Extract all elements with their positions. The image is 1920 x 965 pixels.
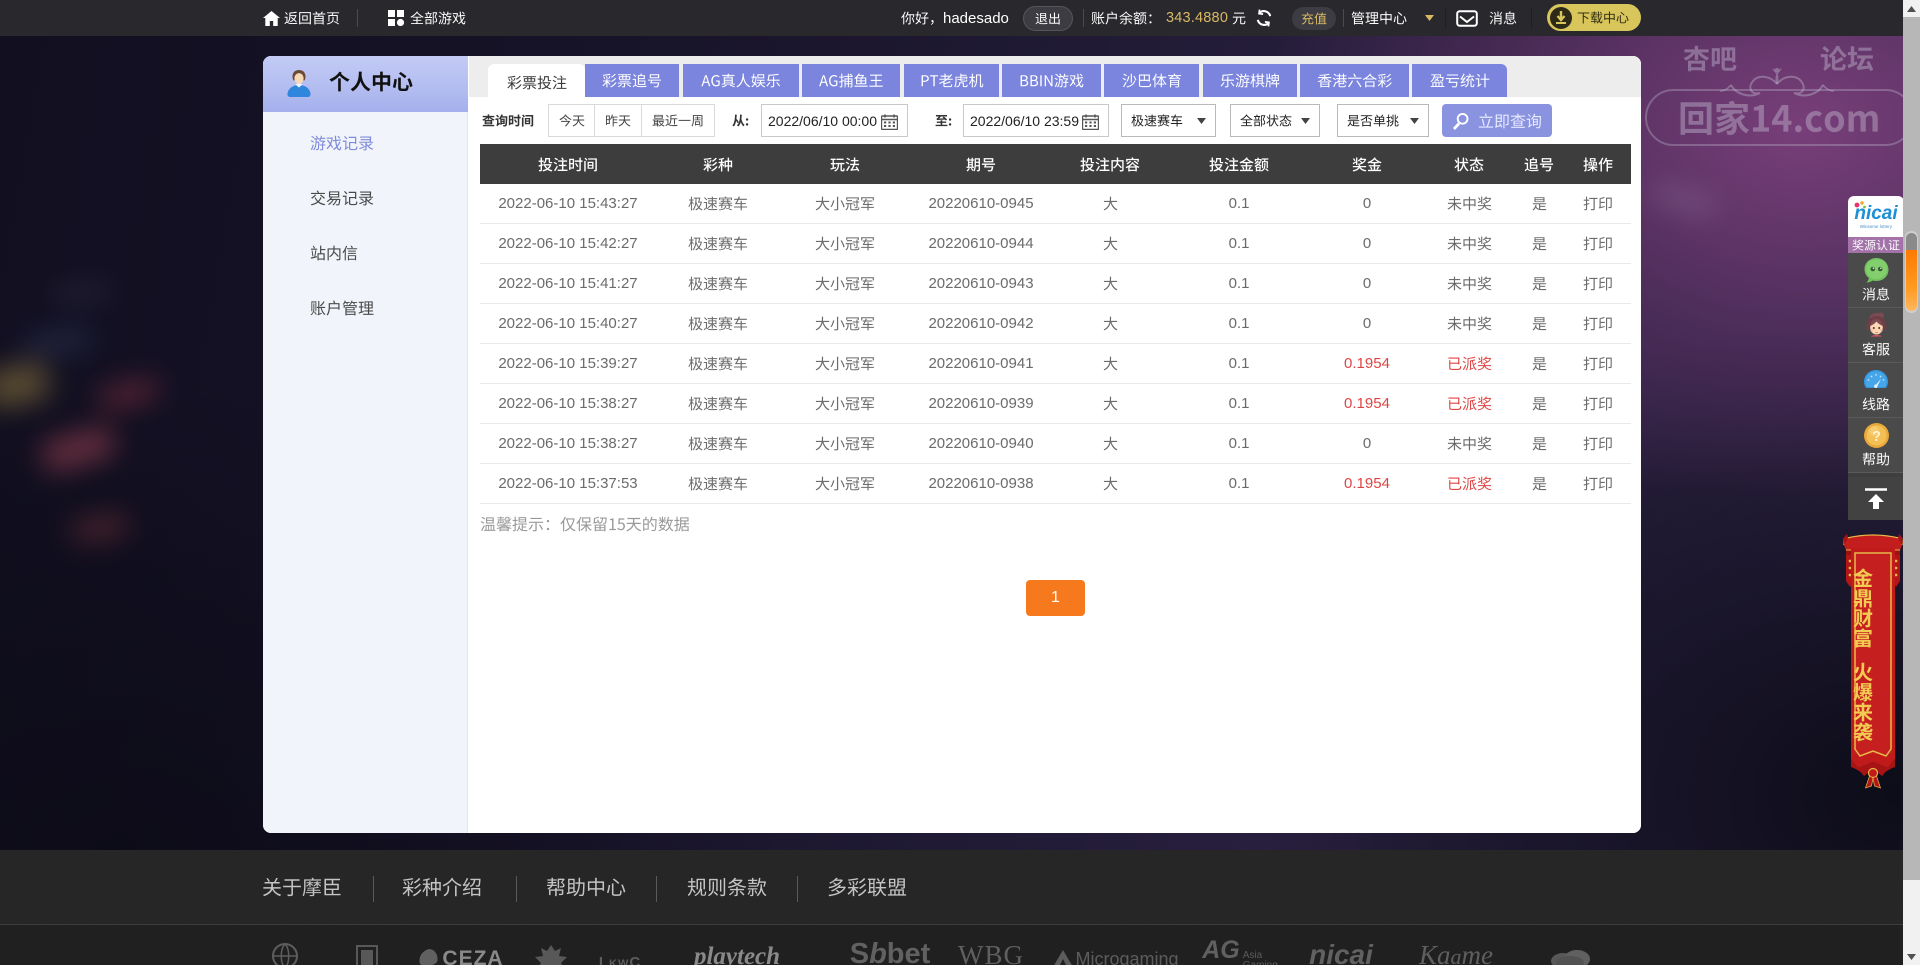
svg-text:?: ?: [1872, 429, 1881, 445]
